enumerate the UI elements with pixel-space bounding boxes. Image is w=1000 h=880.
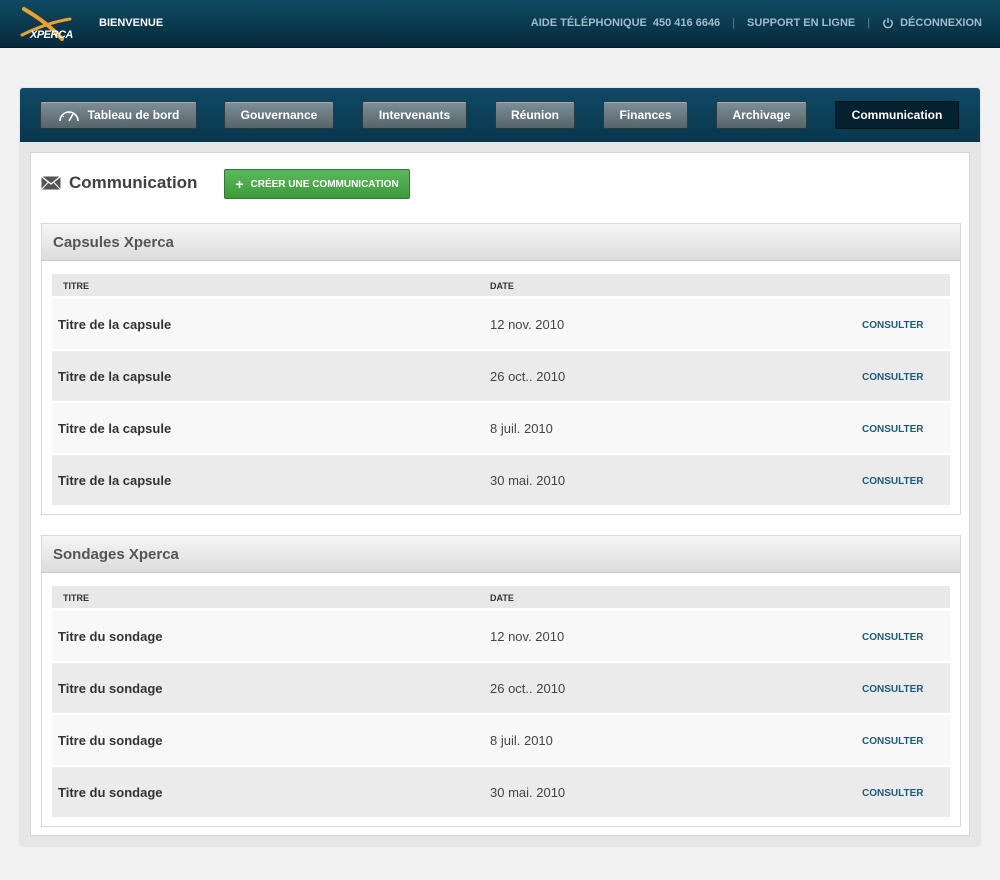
header-links: AIDE TÉLÉPHONIQUE 450 416 6646 | SUPPORT…	[531, 17, 982, 29]
row-title: Titre de la capsule	[58, 421, 172, 436]
mail-icon	[41, 176, 61, 190]
consult-link[interactable]: CONSULTER	[862, 684, 923, 695]
row-title: Titre du sondage	[58, 785, 163, 800]
section-capsules: Capsules Xperca TITRE DATE Titre de la c…	[41, 223, 961, 515]
tab-communication[interactable]: Communication	[835, 101, 959, 129]
phone-help-number: 450 416 6646	[652, 17, 721, 29]
logo-text: XPERCA	[30, 29, 73, 41]
column-title: TITRE	[63, 593, 89, 603]
plus-icon: +	[235, 176, 244, 192]
tab-label: Intervenants	[378, 108, 451, 122]
consult-link[interactable]: CONSULTER	[862, 320, 923, 331]
tab-label: Archivage	[732, 108, 791, 122]
consult-link[interactable]: CONSULTER	[862, 424, 923, 435]
row-date: 12 nov. 2010	[490, 629, 565, 644]
table-row: Titre du sondage 8 juil. 2010 CONSULTER	[52, 715, 950, 765]
tab-reunion[interactable]: Réunion	[495, 101, 575, 129]
consult-link[interactable]: CONSULTER	[862, 372, 923, 383]
tab-label: Communication	[851, 108, 943, 122]
tab-label: Réunion	[511, 108, 559, 122]
row-title: Titre de la capsule	[58, 473, 172, 488]
consult-link[interactable]: CONSULTER	[862, 736, 923, 747]
top-bar: XPERCA BIENVENUE AIDE TÉLÉPHONIQUE 450 4…	[0, 0, 1000, 48]
section-title: Sondages Xperca	[42, 536, 960, 573]
table-row: Titre de la capsule 30 mai. 2010 CONSULT…	[52, 455, 950, 505]
row-title: Titre de la capsule	[58, 317, 172, 332]
tab-label: Tableau de bord	[87, 108, 180, 122]
main-frame: Tableau de bord Gouvernance Intervenants…	[20, 88, 980, 846]
row-date: 8 juil. 2010	[490, 733, 553, 748]
tab-label: Gouvernance	[240, 108, 318, 122]
create-communication-button[interactable]: + CRÉER UNE COMMUNICATION	[224, 169, 410, 199]
tab-gouvernance[interactable]: Gouvernance	[224, 101, 334, 129]
main-nav: Tableau de bord Gouvernance Intervenants…	[20, 88, 980, 142]
row-title: Titre du sondage	[58, 681, 163, 696]
row-date: 30 mai. 2010	[490, 473, 566, 488]
table-row: Titre du sondage 26 oct.. 2010 CONSULTER	[52, 663, 950, 713]
gauge-icon	[58, 111, 79, 122]
tab-label: Finances	[619, 108, 672, 122]
table-row: Titre de la capsule 12 nov. 2010 CONSULT…	[52, 299, 950, 349]
phone-help-label: AIDE TÉLÉPHONIQUE	[530, 17, 647, 29]
row-date: 8 juil. 2010	[490, 421, 553, 436]
table-row: Titre de la capsule 26 oct.. 2010 CONSUL…	[52, 351, 950, 401]
column-title: TITRE	[63, 281, 89, 291]
table-row: Titre du sondage 30 mai. 2010 CONSULTER	[52, 767, 950, 817]
row-date: 26 oct.. 2010	[490, 369, 566, 384]
online-support-link[interactable]: SUPPORT EN LIGNE	[747, 17, 855, 29]
consult-link[interactable]: CONSULTER	[862, 632, 923, 643]
page-header: Communication	[41, 173, 197, 193]
column-date: DATE	[490, 593, 514, 603]
separator: |	[867, 17, 871, 29]
table-header: TITRE DATE	[52, 586, 950, 608]
welcome-label: BIENVENUE	[99, 17, 164, 29]
tab-tableau-de-bord[interactable]: Tableau de bord	[40, 101, 197, 129]
row-date: 12 nov. 2010	[490, 317, 565, 332]
column-date: DATE	[490, 281, 514, 291]
logout-link[interactable]: DÉCONNEXION	[900, 17, 982, 29]
power-icon[interactable]	[882, 17, 894, 29]
consult-link[interactable]: CONSULTER	[862, 476, 923, 487]
content-panel: Communication + CRÉER UNE COMMUNICATION …	[30, 152, 970, 836]
separator: |	[732, 17, 736, 29]
table-header: TITRE DATE	[52, 274, 950, 296]
row-title: Titre du sondage	[58, 629, 163, 644]
table-row: Titre du sondage 12 nov. 2010 CONSULTER	[52, 611, 950, 661]
section-title: Capsules Xperca	[42, 224, 960, 261]
table-row: Titre de la capsule 8 juil. 2010 CONSULT…	[52, 403, 950, 453]
create-button-label: CRÉER UNE COMMUNICATION	[250, 178, 399, 190]
row-title: Titre du sondage	[58, 733, 163, 748]
section-sondages: Sondages Xperca TITRE DATE Titre du sond…	[41, 535, 961, 827]
consult-link[interactable]: CONSULTER	[862, 788, 923, 799]
row-date: 30 mai. 2010	[490, 785, 566, 800]
tab-intervenants[interactable]: Intervenants	[362, 101, 467, 129]
tab-archivage[interactable]: Archivage	[716, 101, 807, 129]
page-title: Communication	[69, 173, 198, 192]
row-title: Titre de la capsule	[58, 369, 172, 384]
row-date: 26 oct.. 2010	[490, 681, 566, 696]
tab-finances[interactable]: Finances	[603, 101, 688, 129]
